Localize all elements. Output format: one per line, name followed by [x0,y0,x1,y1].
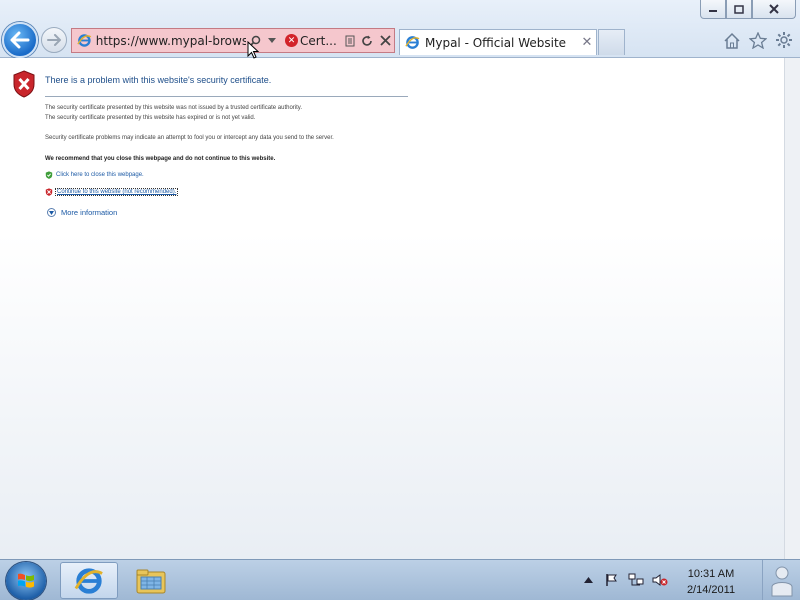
ie-logo-icon [77,34,92,47]
address-url[interactable]: https://www.mypal-browser.c [96,34,246,48]
start-button[interactable] [6,562,46,600]
certificate-error-icon[interactable]: ✕ [285,34,298,47]
mouse-pointer-icon [247,41,259,59]
close-webpage-option: Click here to close this webpage. [45,171,144,179]
favorites-star-icon[interactable] [748,30,768,50]
minimize-icon [709,10,717,12]
user-avatar-icon [771,566,792,596]
maximize-button[interactable] [726,0,752,19]
back-button[interactable] [2,22,38,58]
dropdown-arrow-icon[interactable] [263,31,281,51]
page-content: There is a problem with this website's s… [0,58,784,559]
new-tab-button[interactable] [598,29,625,55]
folder-icon [136,569,166,593]
address-bar[interactable]: https://www.mypal-browser.c ✕ Cert... [71,28,395,53]
close-icon [769,4,779,14]
network-icon[interactable] [628,572,644,588]
compatibility-view-icon[interactable] [341,31,359,51]
browser-chrome: https://www.mypal-browser.c ✕ Cert... My… [0,0,800,58]
toolbar-icons [722,30,794,50]
taskbar-file-explorer[interactable] [122,562,180,599]
action-center-flag-icon[interactable] [604,572,620,588]
windows-logo-icon [18,573,34,588]
page-title: There is a problem with this website's s… [45,75,272,85]
home-icon[interactable] [722,30,742,50]
tab-close-icon[interactable]: ✕ [578,35,596,50]
security-warning-shield-icon [13,70,35,98]
clock-date: 2/14/2011 [686,584,736,596]
show-hidden-icons-icon[interactable] [580,572,596,588]
red-shield-x-icon [45,188,53,196]
paragraph-fool-warning: Security certificate problems may indica… [45,135,334,141]
refresh-icon[interactable] [359,31,377,51]
green-shield-check-icon [45,171,53,179]
recommendation-text: We recommend that you close this webpage… [45,156,276,162]
close-webpage-link[interactable]: Click here to close this webpage. [56,172,144,178]
tab-mypal[interactable]: Mypal - Official Website ✕ [399,29,597,55]
vertical-scrollbar[interactable] [784,58,800,559]
paragraph-untrusted-authority: The security certificate presented by th… [45,105,303,111]
expand-chevron-icon [47,208,56,217]
volume-muted-icon[interactable] [652,572,668,588]
system-clock[interactable]: 10:31 AM 2/14/2011 [676,566,746,598]
back-arrow-icon [10,31,30,49]
maximize-icon [734,4,744,14]
system-tray [580,572,668,588]
continue-to-website-link[interactable]: Continue to this website (not recommende… [54,188,179,196]
more-information-label: More information [61,208,118,217]
close-button[interactable] [752,0,796,19]
settings-gear-icon[interactable] [774,30,794,50]
ie-logo-icon [405,36,420,49]
more-information-toggle[interactable]: More information [47,208,117,217]
taskbar: 10:31 AM 2/14/2011 [0,559,800,600]
stop-icon[interactable] [376,31,394,51]
paragraph-expired: The security certificate presented by th… [45,115,256,121]
window-controls [700,0,796,19]
user-account-button[interactable] [762,560,800,600]
minimize-button[interactable] [700,0,726,19]
ie-logo-icon [74,567,103,594]
clock-time: 10:31 AM [687,568,735,580]
forward-arrow-icon [47,34,61,46]
taskbar-internet-explorer[interactable] [60,562,118,599]
title-divider [45,96,408,97]
tab-title: Mypal - Official Website [425,35,567,50]
certificate-error-label[interactable]: Cert... [300,34,337,48]
forward-button[interactable] [41,27,67,53]
continue-option: Continue to this website (not recommende… [45,188,179,196]
